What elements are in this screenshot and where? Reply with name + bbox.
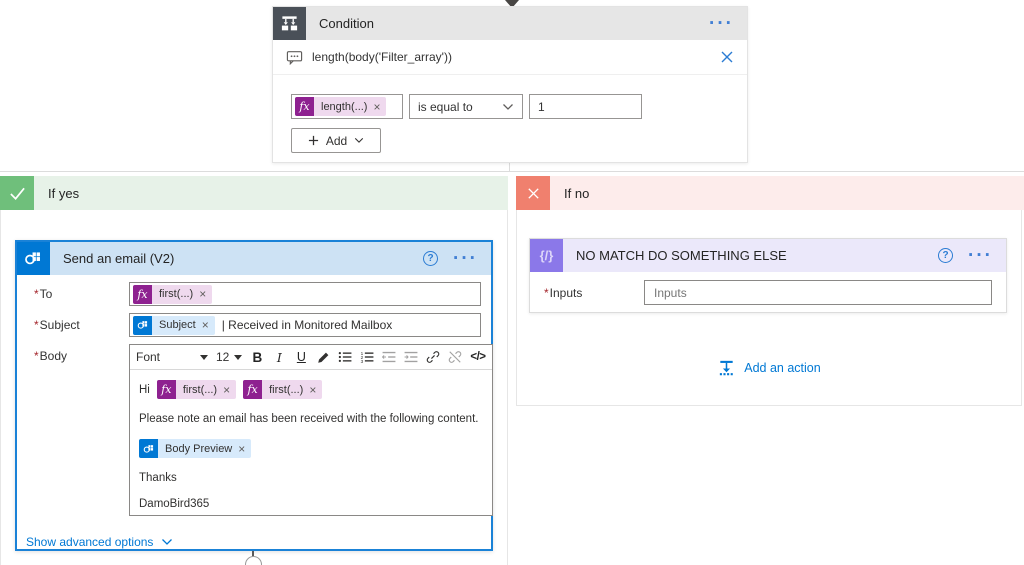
subject-token[interactable]: Subject ×	[133, 316, 215, 335]
branch-split-line	[0, 171, 1024, 172]
fx-icon: fx	[243, 380, 262, 399]
send-email-card: Send an email (V2) ? ··· *To fx first(..…	[15, 240, 493, 551]
expression-token-label: length(...)	[314, 101, 371, 113]
editor-toolbar: Font 12 B I U	[130, 345, 492, 370]
body-text: Thanks	[139, 472, 482, 484]
show-advanced-options-link[interactable]: Show advanced options	[26, 535, 173, 549]
if-yes-label: If yes	[48, 186, 79, 201]
expression-token[interactable]: fx length(...) ×	[295, 97, 386, 116]
underline-button[interactable]: U	[294, 347, 308, 367]
fx-icon: fx	[295, 97, 314, 116]
outlook-icon	[133, 316, 152, 335]
indent-button[interactable]	[404, 347, 418, 367]
condition-expression-row: length(body('Filter_array'))	[273, 40, 747, 75]
body-editor: Font 12 B I U	[129, 344, 493, 516]
condition-title: Condition	[319, 16, 709, 31]
body-text: DamoBird365	[139, 498, 482, 510]
compose-menu-button[interactable]: ···	[968, 251, 993, 261]
dropdown-arrow-icon	[200, 355, 208, 360]
x-icon	[516, 176, 550, 210]
help-icon[interactable]: ?	[423, 251, 438, 266]
condition-connector-line	[509, 163, 510, 171]
condition-operand-field[interactable]: fx length(...) ×	[291, 94, 403, 119]
code-view-button[interactable]: </>	[470, 347, 485, 367]
highlight-pen-button[interactable]	[316, 347, 330, 367]
if-no-label: If no	[564, 186, 589, 201]
outdent-button[interactable]	[382, 347, 396, 367]
send-email-menu-button[interactable]: ···	[453, 254, 478, 264]
email-body-content[interactable]: Hi fx first(...) × fx first(...) ×	[130, 370, 492, 515]
condition-expression-text: length(body('Filter_array'))	[312, 50, 720, 64]
chevron-down-icon	[502, 103, 514, 111]
if-no-header[interactable]: If no	[516, 176, 1024, 210]
italic-button[interactable]: I	[272, 347, 286, 367]
remove-token-button[interactable]: ×	[197, 287, 212, 301]
compose-title: NO MATCH DO SOMETHING ELSE	[576, 248, 938, 263]
send-email-header[interactable]: Send an email (V2) ? ···	[17, 242, 491, 275]
subject-label: *Subject	[25, 313, 129, 332]
remove-token-button[interactable]: ×	[200, 318, 215, 332]
body-preview-token[interactable]: Body Preview ×	[139, 439, 251, 458]
body-expression-token[interactable]: fx first(...) ×	[157, 380, 236, 399]
flow-canvas: Condition ··· length(body('Filter_array'…	[0, 0, 1024, 565]
inputs-input[interactable]	[644, 280, 992, 305]
outlook-icon	[17, 242, 50, 275]
help-icon[interactable]: ?	[938, 248, 953, 263]
remove-token-button[interactable]: ×	[307, 383, 322, 397]
inputs-label: *Inputs	[544, 286, 644, 300]
compose-card-header[interactable]: {/} NO MATCH DO SOMETHING ELSE ? ···	[530, 239, 1006, 272]
body-text: Please note an email has been received w…	[139, 413, 482, 425]
add-condition-button[interactable]: Add	[291, 128, 381, 153]
plus-icon	[308, 135, 319, 146]
remove-token-button[interactable]: ×	[221, 383, 236, 397]
if-yes-header[interactable]: If yes	[0, 176, 508, 210]
bullet-list-button[interactable]	[338, 347, 352, 367]
outlook-icon	[139, 439, 158, 458]
send-email-title: Send an email (V2)	[63, 251, 423, 266]
condition-card-header[interactable]: Condition ···	[273, 7, 747, 40]
dismiss-expression-button[interactable]	[720, 50, 734, 64]
link-button[interactable]	[426, 347, 440, 367]
condition-value-input[interactable]	[529, 94, 642, 119]
subject-input[interactable]: Subject × | Received in Monitored Mailbo…	[129, 313, 481, 337]
add-an-action-label: Add an action	[744, 361, 820, 375]
comment-icon	[286, 50, 303, 65]
bold-button[interactable]: B	[250, 347, 264, 367]
font-dropdown[interactable]: Font	[136, 350, 208, 364]
unlink-button[interactable]	[448, 347, 462, 367]
dropdown-arrow-icon	[234, 355, 242, 360]
operator-value: is equal to	[418, 100, 473, 114]
body-text: Hi	[139, 384, 150, 396]
compose-card: {/} NO MATCH DO SOMETHING ELSE ? ··· *In…	[529, 238, 1007, 313]
remove-token-button[interactable]: ×	[236, 442, 251, 456]
to-expression-token[interactable]: fx first(...) ×	[133, 285, 212, 304]
to-label: *To	[25, 282, 129, 301]
subject-text: | Received in Monitored Mailbox	[222, 318, 393, 332]
check-icon	[0, 176, 34, 210]
svg-text:3: 3	[361, 359, 364, 363]
fx-icon: fx	[133, 285, 152, 304]
numbered-list-button[interactable]: 1 2 3	[360, 347, 374, 367]
add-an-action-button[interactable]: Add an action	[516, 358, 1022, 377]
condition-icon	[273, 7, 306, 40]
condition-operator-dropdown[interactable]: is equal to	[409, 94, 523, 119]
condition-card: Condition ··· length(body('Filter_array'…	[272, 6, 748, 163]
body-label: *Body	[25, 344, 129, 363]
to-input[interactable]: fx first(...) ×	[129, 282, 481, 306]
condition-menu-button[interactable]: ···	[709, 19, 734, 29]
add-condition-label: Add	[326, 134, 347, 148]
font-size-dropdown[interactable]: 12	[216, 350, 242, 364]
remove-token-button[interactable]: ×	[371, 100, 386, 114]
chevron-down-icon	[354, 137, 364, 144]
body-expression-token[interactable]: fx first(...) ×	[243, 380, 322, 399]
condition-builder: fx length(...) × is equal to Add	[273, 75, 747, 153]
compose-icon: {/}	[530, 239, 563, 272]
chevron-down-icon	[161, 538, 173, 546]
add-action-icon	[717, 358, 736, 377]
fx-icon: fx	[157, 380, 176, 399]
